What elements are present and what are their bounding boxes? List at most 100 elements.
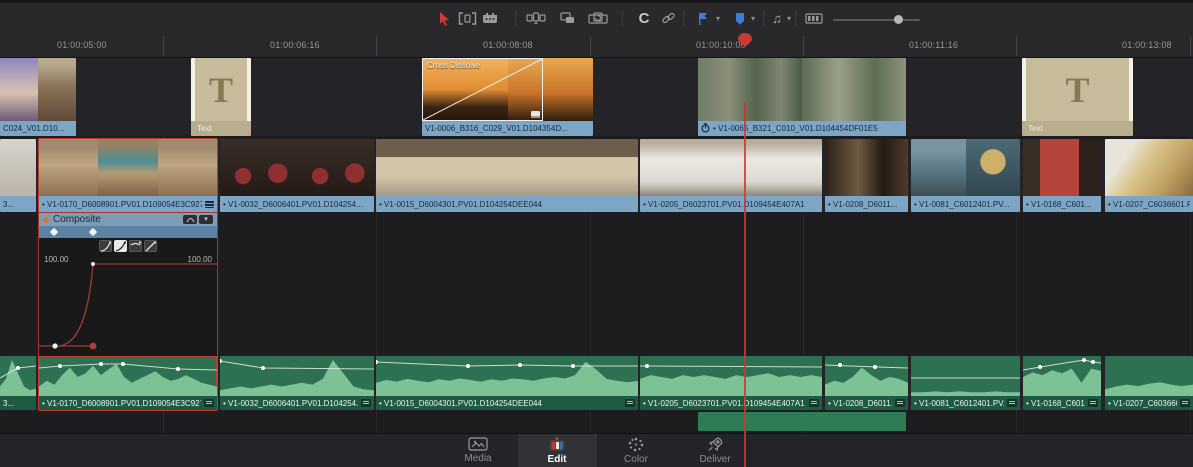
media-icon [468,437,488,451]
zoom-slider-track[interactable] [833,19,920,21]
toolbar-divider [795,10,796,26]
note-icon: ♫ [772,11,782,26]
tab-deliver[interactable]: Deliver [676,434,755,467]
audio-clip[interactable]: 3... [0,356,36,410]
transition-name-label: Cross Dissolve [427,61,480,70]
curve-keyframe-dot[interactable] [52,343,57,348]
audio-dropdown[interactable]: ▾ [783,3,795,33]
insert-clip-button[interactable] [524,3,548,33]
clip-name-bar: • V1-0170_D6008901.PV01.D109054E3C927 [39,396,217,410]
clip-thumbnails [1023,139,1101,196]
clip-name-bar: • V1-0015_D6004301.PV01.D104254DEE044 [376,396,638,410]
video-clip[interactable]: C024_V01.D10... [0,58,76,136]
flag-dropdown[interactable]: ▾ [712,3,724,33]
audio-attribute-icon [1088,399,1098,407]
video-clip[interactable]: • V1-0207_C6036601.PV01... [1105,139,1193,212]
magnet-icon: C [639,10,650,27]
audio-clip[interactable]: • V1-0208_D6011... [825,356,908,410]
audio-clip[interactable]: • V1-0015_D6004301.PV01.D104254DEE044 [376,356,638,410]
automation-keyframe-dot[interactable] [1082,358,1086,362]
automation-keyframe-dot[interactable] [16,366,20,370]
composite-keyframe-panel[interactable]: Composite ▾ 100.00 100.00 [38,212,218,356]
trim-edit-tool-button[interactable] [456,3,478,33]
video-clip[interactable]: • V1-0032_D6006401.PV01.D104254... [220,139,374,212]
video-clip[interactable]: • V1-0168_C601... [1023,139,1101,212]
audio-clip[interactable]: • V1-0168_C601... [1023,356,1101,410]
clip-name-bar: C024_V01.D10... [0,121,76,136]
cross-dissolve-transition[interactable]: Cross Dissolve [422,58,543,121]
curve-control-dot[interactable] [90,343,97,350]
cursor-icon [438,11,451,26]
audio-clip[interactable]: • V1-0207_C6036601.PV01... [1105,356,1193,410]
toolbar-divider [515,10,516,26]
tab-media[interactable]: Media [439,434,518,467]
tab-color[interactable]: Color [597,434,676,467]
ruler-timecode: 01:00:11:16 [909,40,958,50]
clip-name-label: • V1-0205_D6023701.PV01.D109454E407A1 [643,200,805,209]
audio-clip[interactable]: • V1-0170_D6008901.PV01.D109054E3C927 [39,356,217,410]
clip-name-label: • V1-0081_C6012401.PV... [914,200,1009,209]
replace-clip-button[interactable] [586,3,610,33]
color-icon [628,437,644,452]
selection-tool-button[interactable] [433,3,455,33]
clip-name-bar: • V1-0208_D6011... [825,196,908,212]
clip-attribute-icon [205,201,214,208]
video-clip[interactable]: 3... [0,139,36,212]
transition-clip[interactable]: Cross Dissolve V1-0006_B316_C029_V01.D104… [422,58,593,136]
clip-name-label: C024_V01.D10... [3,124,64,133]
linked-audio-clip-bar[interactable] [698,412,906,431]
snapping-button[interactable]: C [633,3,655,33]
marker-dropdown[interactable]: ▾ [747,3,759,33]
audio-clip[interactable]: • V1-0032_D6006401.PV01.D104254... [220,356,374,410]
audio-attribute-icon [1180,399,1190,407]
clip-thumbnails [0,58,76,121]
automation-keyframe-dot[interactable] [838,363,842,367]
razor-tool-button[interactable] [479,3,501,33]
clip-name-label: • V1-0168_C601... [1026,200,1092,209]
video-track-2: C024_V01.D10... TText Cross Dissolve V1-000… [0,58,1193,136]
playhead-line[interactable] [744,102,746,467]
automation-keyframe-dot[interactable] [571,364,575,368]
tab-edit[interactable]: Edit [518,434,597,467]
clip-name-bar: • V1-0205_D6023701.PV01.D109454E407A1 [640,396,822,410]
title-clip[interactable]: TText [1022,58,1133,136]
automation-keyframe-dot[interactable] [466,364,470,368]
opacity-curve[interactable] [39,213,219,357]
automation-keyframe-dot[interactable] [873,365,877,369]
clip-thumbnails [698,58,906,121]
overwrite-clip-button[interactable] [556,3,580,33]
timeline-ruler[interactable]: 01:00:05:0001:00:06:1601:00:08:0801:00:1… [0,33,1193,58]
video-clip[interactable]: • V1-0065_B321_C010_V01.D104454DF01E5 [698,58,906,136]
automation-keyframe-dot[interactable] [176,367,180,371]
audio-waveform [39,356,217,396]
title-clip[interactable]: TText [191,58,251,136]
timeline-view-options-button[interactable] [803,3,825,33]
overwrite-icon [559,11,577,25]
automation-keyframe-dot[interactable] [121,362,125,366]
insert-icon [526,11,546,25]
title-thumbnail: T [1022,58,1133,121]
audio-waveform [1023,356,1101,396]
playhead-pin[interactable] [738,33,752,47]
audio-waveform [0,356,36,396]
linked-selection-button[interactable] [657,3,679,33]
video-clip[interactable]: • V1-0205_D6023701.PV01.D109454E407A1 [640,139,822,212]
ruler-timecode: 01:00:05:00 [57,40,107,50]
video-clip[interactable]: • V1-0170_D6008901.PV01.D109054E3C927 [39,139,217,212]
audio-waveform [825,356,908,396]
clip-name-label: • V1-0081_C6012401.PV... [914,399,1004,408]
audio-clip[interactable]: • V1-0205_D6023701.PV01.D109454E407A1 [640,356,822,410]
clip-name-bar: V1-0006_B316_C029_V01.D104354D... [422,121,593,136]
audio-attribute-icon [625,399,635,407]
curve-keyframe-dot[interactable] [91,262,95,266]
zoom-slider-handle[interactable] [894,15,903,24]
video-clip[interactable]: • V1-0208_D6011... [825,139,908,212]
clip-name-label: • V1-0170_D6008901.PV01.D109054E3C927 [42,399,201,408]
video-clip[interactable]: • V1-0081_C6012401.PV... [911,139,1020,212]
video-clip[interactable]: • V1-0015_D6004301.PV01.D104254DEE044 [376,139,638,212]
ruler-tick [376,36,377,56]
clip-name-label: • V1-0205_D6023701.PV01.D109454E407A1 [643,399,805,408]
audio-clip[interactable]: • V1-0081_C6012401.PV... [911,356,1020,410]
audio-waveform [911,356,1020,396]
flag-button[interactable] [694,3,712,33]
